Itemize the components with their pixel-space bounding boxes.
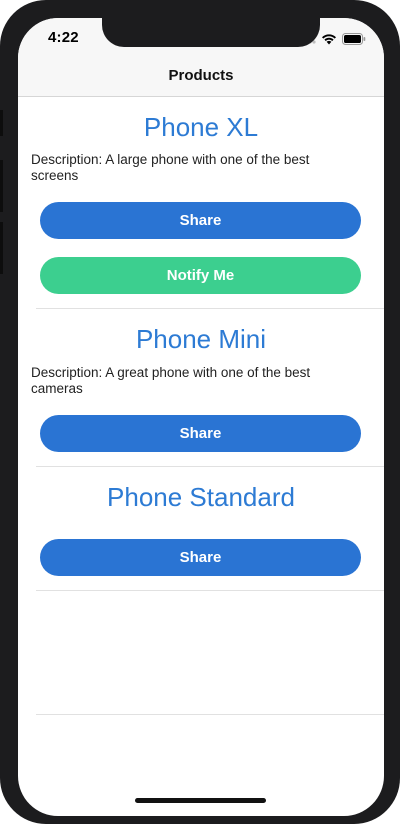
- battery-icon: [342, 32, 366, 50]
- screen: 4:22 Products Phone XL Description: A la…: [18, 18, 384, 816]
- status-time: 4:22: [48, 29, 79, 46]
- navigation-bar: Products: [18, 58, 384, 97]
- share-button[interactable]: Share: [40, 539, 361, 576]
- phone-frame: 4:22 Products Phone XL Description: A la…: [0, 0, 400, 824]
- volume-down-button: [0, 222, 3, 274]
- share-button[interactable]: Share: [40, 415, 361, 452]
- mute-switch: [0, 110, 3, 136]
- divider: [36, 466, 384, 467]
- share-button[interactable]: Share: [40, 202, 361, 239]
- product-name: Phone Mini: [135, 324, 267, 354]
- home-indicator[interactable]: [135, 798, 266, 803]
- product-description: Description: A great phone with one of t…: [31, 365, 311, 396]
- notify-me-button[interactable]: Notify Me: [40, 257, 361, 294]
- divider: [36, 590, 384, 591]
- volume-up-button: [0, 160, 3, 212]
- product-name: Phone XL: [143, 112, 259, 142]
- divider: [36, 308, 384, 309]
- divider: [36, 714, 384, 715]
- wifi-icon: [321, 32, 337, 50]
- product-description: Description: A large phone with one of t…: [31, 152, 310, 183]
- notch: [102, 18, 320, 47]
- product-name: Phone Standard: [107, 482, 295, 512]
- page-title: Products: [168, 67, 234, 84]
